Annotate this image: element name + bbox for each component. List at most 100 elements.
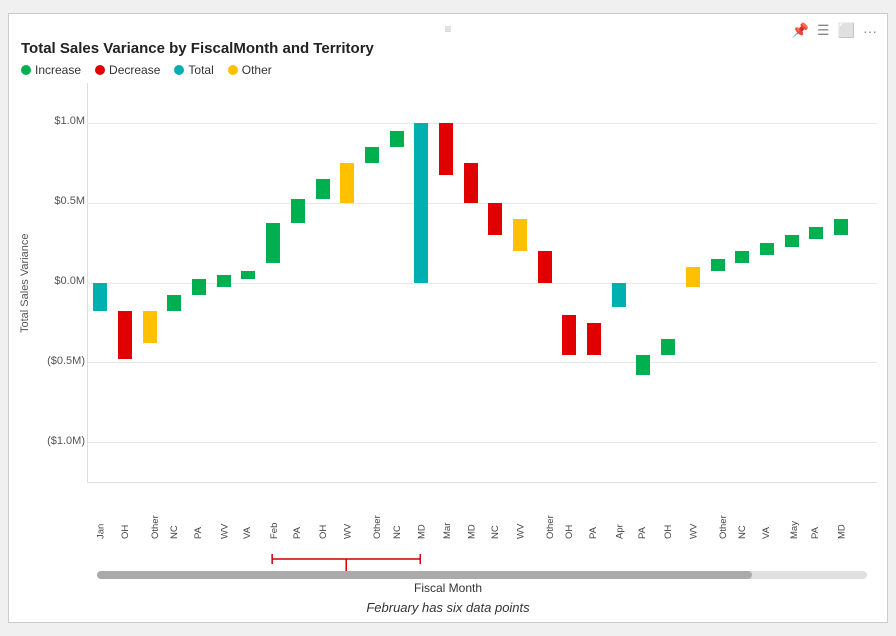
x-axis-label: May [789, 521, 800, 539]
y-axis-ticks: $1.0M $0.5M $0.0M ($0.5M) ($1.0M) [37, 83, 87, 483]
legend-label-other: Other [242, 63, 272, 77]
bar[interactable] [612, 283, 626, 307]
pin-icon[interactable]: 📌 [792, 22, 809, 39]
bar[interactable] [760, 243, 774, 255]
grid-line-5 [88, 442, 877, 443]
scrollbar-area [87, 571, 877, 579]
scrollbar-track [97, 571, 867, 579]
legend-label-increase: Increase [35, 63, 81, 77]
x-axis-label: WV [516, 524, 527, 539]
x-axis-label: Apr [614, 524, 625, 539]
bar[interactable] [340, 163, 354, 203]
bar[interactable] [513, 219, 527, 251]
x-axis-label: Mar [442, 523, 453, 539]
bar[interactable] [488, 203, 502, 235]
x-axis-label: PA [588, 527, 599, 539]
x-axis-label: Feb [269, 523, 280, 539]
bar[interactable] [439, 123, 453, 175]
x-axis-area: Jan OH Other NC PA WV VA Feb PA OH WV Other NC MD Mar M… [87, 483, 877, 539]
bar[interactable] [562, 315, 576, 355]
bar[interactable] [809, 227, 823, 239]
y-tick-0m: $0.0M [54, 275, 85, 287]
bar[interactable] [711, 259, 725, 271]
x-axis-label: VA [242, 527, 253, 539]
bracket-svg [87, 539, 877, 569]
x-axis-label: OH [120, 525, 131, 539]
x-axis-label: Jan [96, 524, 107, 539]
legend-label-total: Total [188, 63, 213, 77]
y-tick-neg05m: ($0.5M) [47, 355, 85, 367]
chart-card: ≡ 📌 ☰ ⬜ ··· Total Sales Variance by Fisc… [8, 13, 888, 623]
bar[interactable] [735, 251, 749, 263]
bar[interactable] [217, 275, 231, 287]
bracket-area [87, 539, 877, 569]
legend-total: Total [174, 63, 213, 77]
x-axis-label: NC [391, 525, 402, 539]
y-tick-1m: $1.0M [54, 115, 85, 127]
x-axis-label: Other [717, 515, 728, 539]
y-tick-05m: $0.5M [54, 195, 85, 207]
x-axis-title: Fiscal Month [19, 581, 877, 595]
annotation-text: February has six data points [366, 600, 529, 615]
bar[interactable] [390, 131, 404, 147]
x-axis-label: Other [150, 515, 161, 539]
legend-decrease: Decrease [95, 63, 160, 77]
bar[interactable] [118, 311, 132, 359]
grid-line-1 [88, 123, 877, 124]
more-icon[interactable]: ··· [863, 23, 877, 39]
drag-handle[interactable]: ≡ [444, 22, 451, 36]
x-axis-label: NC [737, 525, 748, 539]
expand-icon[interactable]: ⬜ [838, 22, 855, 39]
x-axis-label: VA [761, 527, 772, 539]
x-axis-label: PA [193, 527, 204, 539]
x-axis-label: NC [490, 525, 501, 539]
bar[interactable] [587, 323, 601, 355]
legend-dot-decrease [95, 65, 105, 75]
grid-line-zero [88, 283, 877, 284]
legend: Increase Decrease Total Other [19, 63, 877, 77]
grid-line-2 [88, 203, 877, 204]
legend-label-decrease: Decrease [109, 63, 160, 77]
legend-dot-increase [21, 65, 31, 75]
x-axis-label: PA [810, 527, 821, 539]
chart-plot [87, 83, 877, 483]
chart-area: Total Sales Variance $1.0M $0.5M $0.0M (… [19, 83, 877, 483]
x-axis-label: Other [372, 515, 383, 539]
legend-other: Other [228, 63, 272, 77]
bar[interactable] [266, 223, 280, 263]
bar[interactable] [686, 267, 700, 287]
x-axis-label: OH [565, 525, 576, 539]
bar[interactable] [785, 235, 799, 247]
toolbar: 📌 ☰ ⬜ ··· [792, 22, 877, 39]
chart-title: Total Sales Variance by FiscalMonth and … [19, 40, 877, 57]
x-axis-label: PA [637, 527, 648, 539]
scrollbar-thumb[interactable] [97, 571, 752, 579]
annotation-area: February has six data points [19, 599, 877, 617]
x-axis-label: PA [292, 527, 303, 539]
bar[interactable] [636, 355, 650, 375]
y-axis-label: Total Sales Variance [19, 83, 37, 483]
bar[interactable] [464, 163, 478, 203]
bar[interactable] [365, 147, 379, 163]
x-axis-label: MD [417, 524, 428, 539]
bar[interactable] [241, 271, 255, 279]
bar[interactable] [538, 251, 552, 283]
x-axis-label: OH [318, 525, 329, 539]
x-axis-label: NC [169, 525, 180, 539]
x-axis-label: WV [219, 524, 230, 539]
bar[interactable] [316, 179, 330, 199]
bar[interactable] [93, 283, 107, 311]
bar[interactable] [192, 279, 206, 295]
bar[interactable] [291, 199, 305, 223]
bar[interactable] [143, 311, 157, 343]
bar[interactable] [414, 123, 428, 283]
x-axis-label: OH [663, 525, 674, 539]
x-axis-label: MD [836, 524, 847, 539]
x-axis-label: WV [343, 524, 354, 539]
legend-dot-other [228, 65, 238, 75]
bar[interactable] [661, 339, 675, 355]
filter-icon[interactable]: ☰ [817, 22, 830, 39]
bar[interactable] [167, 295, 181, 311]
x-axis-label: WV [689, 524, 700, 539]
bar[interactable] [834, 219, 848, 235]
